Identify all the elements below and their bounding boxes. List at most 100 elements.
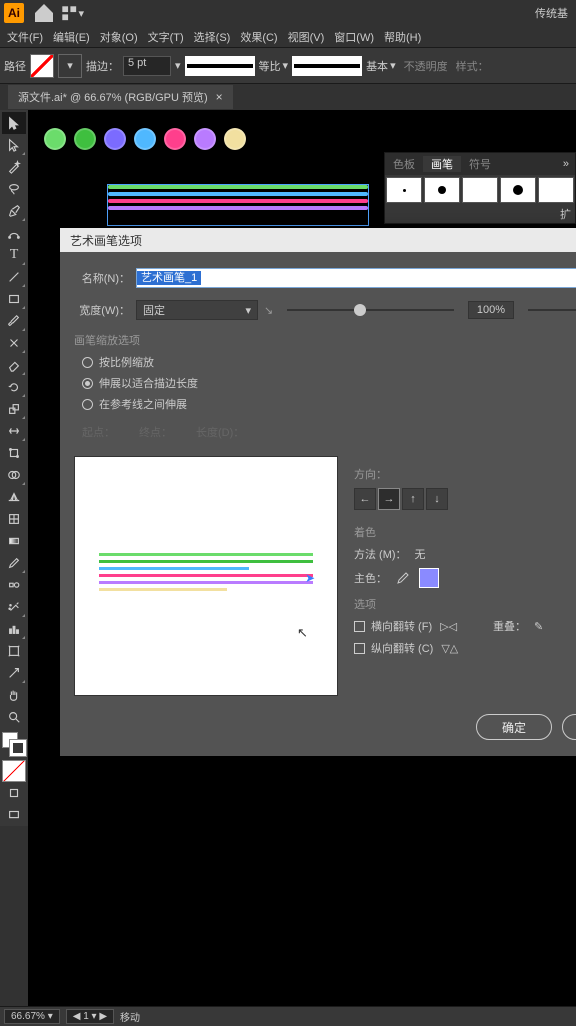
panel-expand-label[interactable]: 扩	[560, 206, 571, 222]
link-icon[interactable]: ↘	[264, 304, 273, 317]
width-mode-select[interactable]: 固定▾	[136, 300, 258, 320]
scale-tool[interactable]	[2, 398, 26, 420]
scale-options-title: 画笔缩放选项	[74, 332, 576, 348]
document-tab[interactable]: 源文件.ai* @ 66.67% (RGB/GPU 预览) ×	[8, 85, 233, 109]
width-slider[interactable]	[287, 309, 454, 311]
panel-more-icon[interactable]: »	[557, 158, 575, 170]
fill-stroke-indicator[interactable]	[2, 732, 26, 756]
shaper-tool[interactable]	[2, 332, 26, 354]
eraser-tool[interactable]	[2, 354, 26, 376]
panel-tab-symbols[interactable]: 符号	[461, 156, 499, 172]
style-label[interactable]: 样式：	[456, 58, 489, 74]
direction-up-button[interactable]: ↑	[402, 488, 424, 510]
selected-artwork[interactable]	[108, 185, 368, 225]
mesh-tool[interactable]	[2, 508, 26, 530]
type-tool[interactable]: T	[2, 244, 26, 266]
lasso-tool[interactable]	[2, 178, 26, 200]
key-color-swatch[interactable]	[419, 568, 439, 588]
menu-type[interactable]: 文字(T)	[143, 29, 189, 45]
artwork-swatches	[44, 128, 246, 150]
brush-preview: ➤ ↖	[74, 456, 338, 696]
panel-tab-swatches[interactable]: 色板	[385, 156, 423, 172]
pen-tool[interactable]	[2, 200, 26, 222]
home-icon[interactable]	[32, 1, 56, 25]
menu-file[interactable]: 文件(F)	[2, 29, 48, 45]
dialog-title-bar[interactable]: 艺术画笔选项	[60, 228, 576, 252]
options-title: 选项	[354, 596, 576, 612]
flip-vertical-checkbox[interactable]: 纵向翻转 (C) ▽△	[354, 640, 576, 656]
direct-selection-tool[interactable]	[2, 134, 26, 156]
perspective-grid-tool[interactable]	[2, 486, 26, 508]
stroke-stepper-icon[interactable]: ▾	[175, 59, 181, 72]
artboard-nav[interactable]: ◀ 1 ▾ ▶	[66, 1009, 114, 1024]
free-transform-tool[interactable]	[2, 442, 26, 464]
brush-name-input[interactable]: 艺术画笔_1	[136, 268, 576, 288]
hand-tool[interactable]	[2, 684, 26, 706]
draw-mode-button[interactable]	[2, 782, 26, 804]
width-percent-input[interactable]: 100%	[468, 301, 514, 319]
current-tool-label: 移动	[120, 1009, 140, 1024]
direction-right-button[interactable]: →	[378, 488, 400, 510]
workspace-switcher-icon[interactable]: ▾	[60, 1, 84, 25]
screen-mode-button[interactable]	[2, 804, 26, 826]
direction-arrow-icon: ➤	[305, 571, 315, 585]
brush-definition[interactable]	[292, 56, 362, 76]
rectangle-tool[interactable]	[2, 288, 26, 310]
menu-effect[interactable]: 效果(C)	[235, 29, 282, 45]
scale-proportional-radio[interactable]: 按比例缩放	[82, 354, 576, 370]
menu-edit[interactable]: 编辑(E)	[48, 29, 95, 45]
menu-help[interactable]: 帮助(H)	[379, 29, 426, 45]
eyedropper-tool[interactable]	[2, 552, 26, 574]
width-slider-2[interactable]	[528, 309, 576, 311]
stroke-weight-input[interactable]: 5 pt	[123, 56, 171, 76]
slice-tool[interactable]	[2, 662, 26, 684]
stretch-between-guides-radio[interactable]: 在参考线之间伸展	[82, 396, 576, 412]
opacity-label[interactable]: 不透明度	[404, 58, 448, 74]
blend-tool[interactable]	[2, 574, 26, 596]
artboard-tool[interactable]	[2, 640, 26, 662]
rotate-tool[interactable]	[2, 376, 26, 398]
zoom-tool[interactable]	[2, 706, 26, 728]
ok-button[interactable]: 确定	[476, 714, 552, 740]
curvature-tool[interactable]	[2, 222, 26, 244]
direction-left-button[interactable]: ←	[354, 488, 376, 510]
width-tool[interactable]	[2, 420, 26, 442]
gradient-tool[interactable]	[2, 530, 26, 552]
menu-select[interactable]: 选择(S)	[189, 29, 236, 45]
direction-title: 方向：	[354, 466, 576, 482]
workspace-label[interactable]: 传统基	[535, 5, 572, 21]
symbol-sprayer-tool[interactable]	[2, 596, 26, 618]
key-color-eyedropper-icon[interactable]	[395, 570, 411, 586]
brush-thumb[interactable]	[462, 177, 498, 203]
panel-tab-brushes[interactable]: 画笔	[423, 156, 461, 172]
zoom-level-select[interactable]: 66.67% ▾	[4, 1009, 60, 1024]
start-label: 起点：	[82, 424, 115, 440]
column-graph-tool[interactable]	[2, 618, 26, 640]
menu-bar: 文件(F) 编辑(E) 对象(O) 文字(T) 选择(S) 效果(C) 视图(V…	[0, 26, 576, 48]
brush-thumb[interactable]	[500, 177, 536, 203]
flip-horizontal-checkbox[interactable]: 横向翻转 (F) ▷◁ 重叠： ✎	[354, 618, 576, 634]
brush-thumb[interactable]	[386, 177, 422, 203]
stroke-dash-button[interactable]: ▾	[58, 54, 82, 78]
menu-window[interactable]: 窗口(W)	[329, 29, 379, 45]
line-tool[interactable]	[2, 266, 26, 288]
selection-tool[interactable]	[2, 112, 26, 134]
close-tab-icon[interactable]: ×	[216, 90, 223, 104]
brush-definition-label: 基本	[366, 58, 388, 74]
stretch-to-fit-radio[interactable]: 伸展以适合描边长度	[82, 375, 576, 391]
color-mode-toggle[interactable]	[2, 760, 26, 782]
colorize-method-value[interactable]: 无	[415, 546, 426, 562]
direction-down-button[interactable]: ↓	[426, 488, 448, 510]
menu-view[interactable]: 视图(V)	[283, 29, 330, 45]
overlap-icon[interactable]: ✎	[534, 620, 543, 633]
paintbrush-tool[interactable]	[2, 310, 26, 332]
swatch-circle	[194, 128, 216, 150]
brush-thumb[interactable]	[538, 177, 574, 203]
fill-swatch[interactable]	[30, 54, 54, 78]
shape-builder-tool[interactable]	[2, 464, 26, 486]
width-profile-1[interactable]	[185, 56, 255, 76]
magic-wand-tool[interactable]	[2, 156, 26, 178]
menu-object[interactable]: 对象(O)	[95, 29, 143, 45]
brush-thumb[interactable]	[424, 177, 460, 203]
cancel-button[interactable]: 取	[562, 714, 576, 740]
